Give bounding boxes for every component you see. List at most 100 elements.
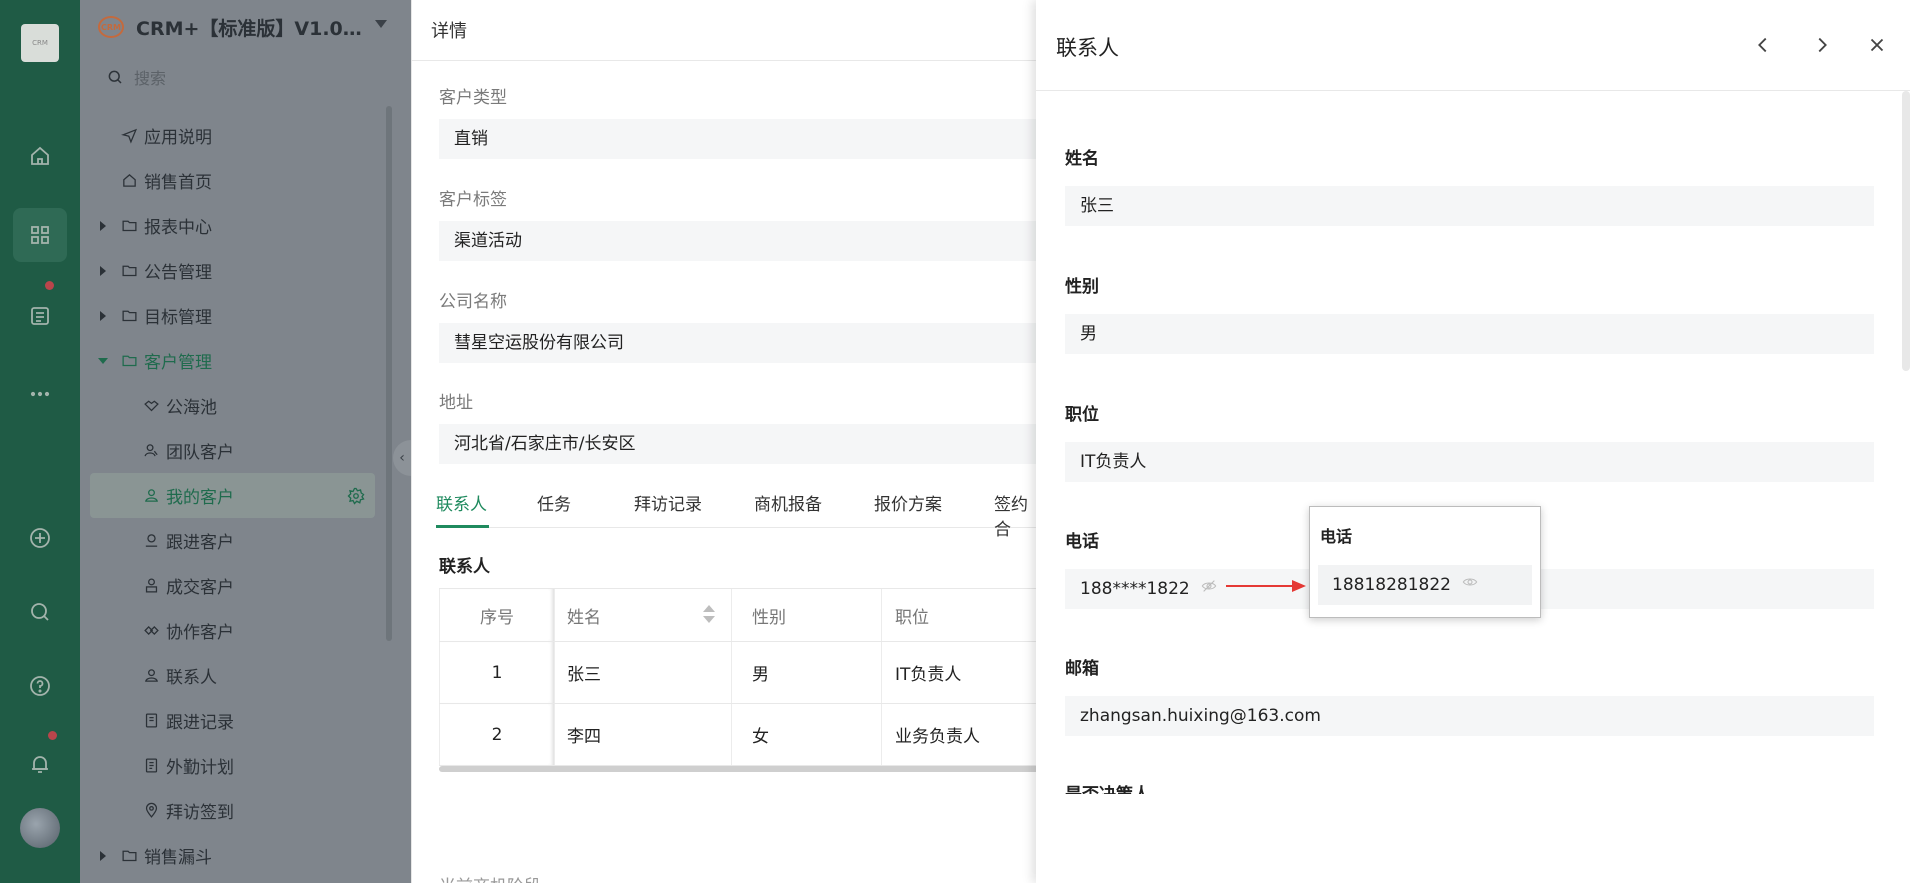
contact-drawer: 联系人 姓名 张三 性别 男 职位 IT负责人 电话 188****1822 邮…	[1036, 0, 1910, 883]
sidebar-item-sales-funnel[interactable]: 销售漏斗	[80, 833, 385, 878]
field-label: 公司名称	[439, 292, 507, 312]
search-input[interactable]: 搜索	[134, 65, 166, 89]
avatar[interactable]	[20, 808, 60, 848]
field-email: 邮箱 zhangsan.huixing@163.com	[1065, 654, 1874, 736]
follow-icon	[142, 532, 160, 550]
more-icon[interactable]	[20, 374, 60, 414]
sidebar: CRM CRM+【标准版】V1.0… 搜索 应用说明 销售首页 报表中心 公告管…	[80, 0, 411, 883]
sidebar-item-public-pool[interactable]: 公海池	[80, 383, 385, 428]
eye-icon[interactable]	[1462, 565, 1478, 605]
table-scrollbar[interactable]	[439, 766, 1039, 772]
active-tab-indicator	[436, 525, 489, 528]
field-label: 客户类型	[439, 88, 507, 108]
table-header: 序号 姓名 性别 职位	[439, 589, 1039, 642]
field-label: 职位	[1065, 405, 1099, 425]
field-label: 邮箱	[1065, 659, 1099, 679]
section-title: 联系人	[439, 557, 490, 577]
tab-quotes[interactable]: 报价方案	[874, 490, 942, 515]
caret-right-icon	[100, 850, 106, 861]
detail-title: 详情	[412, 0, 1036, 61]
sidebar-item-label: 报表中心	[144, 218, 212, 238]
column-header-label: 姓名	[567, 607, 601, 628]
chevron-right-icon	[1818, 37, 1827, 53]
tab-tasks[interactable]: 任务	[537, 490, 571, 515]
field-label: 姓名	[1065, 149, 1099, 169]
sidebar-item-label: 团队客户	[166, 443, 234, 463]
tab-contacts[interactable]: 联系人	[436, 490, 487, 515]
field-value: 男	[1065, 314, 1874, 354]
sidebar-search[interactable]: 搜索	[106, 64, 166, 90]
crm-logo-icon: CRM	[98, 16, 124, 38]
sidebar-item-deal-customers[interactable]: 成交客户	[80, 563, 385, 608]
sidebar-item-targets[interactable]: 目标管理	[80, 293, 385, 338]
close-button[interactable]	[1862, 30, 1892, 60]
table-cell: 业务负责人	[895, 727, 980, 747]
home-icon[interactable]	[20, 136, 60, 176]
field-label: 性别	[1065, 277, 1099, 297]
sidebar-item-label: 公海池	[166, 398, 217, 418]
eye-off-icon[interactable]	[1201, 569, 1217, 609]
field-name: 姓名 张三	[1065, 144, 1874, 226]
field-value: IT负责人	[1065, 442, 1874, 482]
app-header[interactable]: CRM CRM+【标准版】V1.0…	[80, 0, 411, 54]
sidebar-item-follow-records[interactable]: 跟进记录	[80, 698, 385, 743]
sidebar-item-app-guide[interactable]: 应用说明	[80, 113, 385, 158]
popup-title: 电话	[1320, 527, 1353, 546]
drawer-title: 联系人	[1056, 36, 1119, 60]
detail-title-text: 详情	[431, 21, 467, 42]
sidebar-item-team-customers[interactable]: 团队客户	[80, 428, 385, 473]
list-icon[interactable]	[20, 296, 60, 336]
column-header-sortable[interactable]: 姓名	[555, 589, 732, 641]
team-icon	[142, 442, 160, 460]
search-icon[interactable]	[20, 592, 60, 632]
sidebar-item-following-customers[interactable]: 跟进客户	[80, 518, 385, 563]
field-customer-tags: 客户标签 渠道活动	[439, 185, 1039, 261]
field-label: 是否决策人	[1065, 780, 1150, 794]
sidebar-item-announcements[interactable]: 公告管理	[80, 248, 385, 293]
table-row[interactable]: 1 张三 男 IT负责人	[439, 642, 1039, 704]
table-row[interactable]: 2 李四 女 业务负责人	[439, 704, 1039, 766]
tab-contracts[interactable]: 签约合	[994, 490, 1036, 540]
sort-icon[interactable]	[703, 605, 715, 627]
handshake-icon	[142, 397, 160, 415]
field-gender: 性别 男	[1065, 272, 1874, 354]
org-logo[interactable]: CRM	[21, 24, 59, 62]
sidebar-item-collab-customers[interactable]: 协作客户	[80, 608, 385, 653]
table-cell: IT负责人	[895, 665, 962, 685]
apps-icon[interactable]	[13, 208, 67, 262]
chevron-down-icon[interactable]	[375, 20, 387, 28]
sidebar-item-field-plans[interactable]: 外勤计划	[80, 743, 385, 788]
sidebar-item-visit-checkin[interactable]: 拜访签到	[80, 788, 385, 833]
drawer-scrollbar[interactable]	[1902, 91, 1910, 371]
tab-opportunities[interactable]: 商机报备	[754, 490, 822, 515]
location-icon	[142, 802, 160, 820]
table-cell: 1	[439, 642, 555, 703]
sidebar-item-contacts[interactable]: 联系人	[80, 653, 385, 698]
field-decision-maker: 是否决策人	[1065, 780, 1874, 794]
tab-visit-records[interactable]: 拜访记录	[634, 490, 702, 515]
popup-value: 18818281822	[1318, 565, 1532, 605]
full-phone: 18818281822	[1332, 575, 1451, 595]
sidebar-scrollbar[interactable]	[386, 106, 392, 641]
section-label: 当前商机阶段	[439, 872, 541, 883]
masked-phone: 188****1822	[1080, 579, 1190, 599]
annotation-arrow	[1226, 580, 1306, 592]
caret-right-icon	[100, 310, 106, 321]
help-icon[interactable]	[20, 666, 60, 706]
next-button[interactable]	[1807, 30, 1837, 60]
notification-dot	[45, 281, 54, 290]
bell-icon[interactable]	[20, 744, 60, 784]
field-label: 地址	[439, 393, 473, 413]
sidebar-item-customers[interactable]: 客户管理	[80, 338, 385, 383]
caret-right-icon	[100, 265, 106, 276]
contacts-table: 序号 姓名 性别 职位 1 张三 男 IT负责人 2 李四 女 业务负责人	[439, 588, 1039, 766]
field-company-name: 公司名称 彗星空运股份有限公司	[439, 287, 1039, 363]
table-cell: 男	[732, 642, 882, 703]
prev-button[interactable]	[1748, 30, 1778, 60]
add-icon[interactable]	[20, 518, 60, 558]
sidebar-item-sales-home[interactable]: 销售首页	[80, 158, 385, 203]
sidebar-item-reports[interactable]: 报表中心	[80, 203, 385, 248]
sidebar-item-my-customers[interactable]: 我的客户	[90, 473, 375, 518]
sidebar-item-label: 跟进客户	[166, 533, 234, 553]
gear-icon[interactable]	[347, 487, 365, 505]
